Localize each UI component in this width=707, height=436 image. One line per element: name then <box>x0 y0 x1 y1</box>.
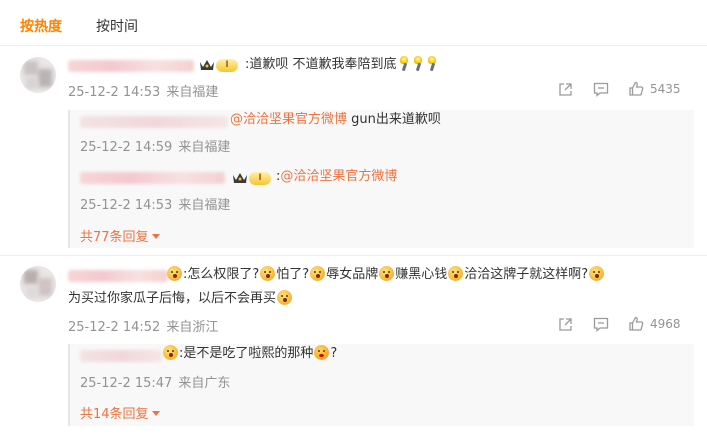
reply-text: :是不是吃了啦熙的那种? <box>162 345 337 363</box>
avatar[interactable] <box>20 266 56 302</box>
reply-time: 25-12-2 14:59 <box>80 140 173 155</box>
comment-text-part: 辱女品牌 <box>326 267 379 282</box>
reply-username-blurred[interactable] <box>80 172 225 184</box>
like-button[interactable]: 4968 <box>628 316 681 332</box>
reply-location: 来自福建 <box>178 198 231 213</box>
reply-location: 来自福建 <box>178 140 231 155</box>
mention-link[interactable]: @洽洽坚果官方微博 <box>230 112 347 127</box>
comment-location: 来自福建 <box>166 85 219 100</box>
torch-icon <box>426 56 438 71</box>
reply-meta: 25-12-2 15:47 来自广东 <box>80 372 230 391</box>
sort-tabs: 按热度 按时间 <box>20 16 138 38</box>
reply-text: :@洽洽坚果官方微博 <box>276 168 397 186</box>
emoji-icon <box>589 266 605 281</box>
vip-level: I <box>249 171 271 185</box>
comment-text: :道歉呗 不道歉我奉陪到底 <box>245 56 439 74</box>
more-replies-label: 共77条回复 <box>80 230 149 245</box>
crown-icon <box>199 58 215 72</box>
avatar[interactable] <box>20 57 56 93</box>
vip-badge[interactable]: I <box>232 170 271 186</box>
comment-text-part: 怕了? <box>276 267 310 282</box>
emoji-icon <box>167 266 182 281</box>
comment-button[interactable] <box>593 82 609 97</box>
share-button[interactable] <box>558 82 573 97</box>
caret-down-icon <box>151 234 160 239</box>
emoji-icon <box>314 345 330 360</box>
comment-text-line2: 为买过你家瓜子后悔，以后不会再买 <box>68 290 293 308</box>
comment-location: 来自浙江 <box>166 320 219 335</box>
emoji-icon <box>448 266 464 281</box>
comment-button[interactable] <box>593 317 609 332</box>
emoji-icon <box>379 266 395 281</box>
reply-indent-bar <box>68 344 70 426</box>
comment-time: 25-12-2 14:53 <box>68 85 161 100</box>
comment-text-part: 洽洽这牌子就这样啊? <box>464 267 589 282</box>
comment-text-part: :怎么权限了? <box>183 267 260 282</box>
comment-meta: 25-12-2 14:53 来自福建 <box>68 81 218 100</box>
reply-text-body: gun出来道歉呗 <box>347 112 441 127</box>
vip-level: I <box>216 58 238 72</box>
share-icon <box>558 82 573 97</box>
like-button[interactable]: 5435 <box>628 81 681 97</box>
crown-icon <box>232 171 248 185</box>
reply-text: @洽洽坚果官方微博 gun出来道歉呗 <box>230 111 441 129</box>
reply-time: 25-12-2 14:53 <box>80 198 173 213</box>
emoji-icon <box>163 345 178 360</box>
reply-meta: 25-12-2 14:59 来自福建 <box>80 136 230 155</box>
comment-text-main: :道歉呗 不道歉我奉陪到底 <box>245 57 397 72</box>
more-replies-link[interactable]: 共14条回复 <box>80 403 160 422</box>
torch-icon <box>398 56 410 71</box>
divider <box>0 45 707 46</box>
reply-location: 来自广东 <box>178 376 231 391</box>
like-count: 5435 <box>650 82 681 96</box>
username-blurred[interactable] <box>68 60 194 72</box>
tab-by-hot[interactable]: 按热度 <box>20 16 62 38</box>
reply-time: 25-12-2 15:47 <box>80 376 173 391</box>
tab-by-time[interactable]: 按时间 <box>96 16 138 38</box>
reply-username-blurred[interactable] <box>80 116 228 128</box>
emoji-icon <box>260 266 276 281</box>
comment-text-part: 赚黑心钱 <box>395 267 448 282</box>
share-icon <box>558 317 573 332</box>
like-count: 4968 <box>650 317 681 331</box>
more-replies-label: 共14条回复 <box>80 407 149 422</box>
comment-icon <box>593 317 609 332</box>
reply-meta: 25-12-2 14:53 来自福建 <box>80 194 230 213</box>
mention-link[interactable]: @洽洽坚果官方微博 <box>280 169 397 184</box>
torch-icon <box>412 56 424 71</box>
reply-indent-bar <box>68 110 70 248</box>
comment-text: :怎么权限了? 怕了? 辱女品牌 赚黑心钱 洽洽这牌子就这样啊? <box>166 266 605 284</box>
comment-text-part: 为买过你家瓜子后悔，以后不会再买 <box>68 291 277 306</box>
comment-icon <box>593 82 609 97</box>
share-button[interactable] <box>558 317 573 332</box>
comment-time: 25-12-2 14:52 <box>68 320 161 335</box>
thumbs-up-icon <box>628 316 644 332</box>
reply-text-body: :是不是吃了啦熙的那种 <box>179 346 314 361</box>
username-blurred[interactable] <box>68 270 168 282</box>
divider <box>0 255 707 256</box>
more-replies-link[interactable]: 共77条回复 <box>80 226 160 245</box>
comment-meta: 25-12-2 14:52 来自浙江 <box>68 316 218 335</box>
emoji-icon <box>277 290 293 305</box>
reply-username-blurred[interactable] <box>80 350 162 362</box>
caret-down-icon <box>151 411 160 416</box>
thumbs-up-icon <box>628 81 644 97</box>
reply-text-suffix: ? <box>330 346 338 361</box>
emoji-icon <box>310 266 326 281</box>
vip-badge[interactable]: I <box>199 57 238 73</box>
